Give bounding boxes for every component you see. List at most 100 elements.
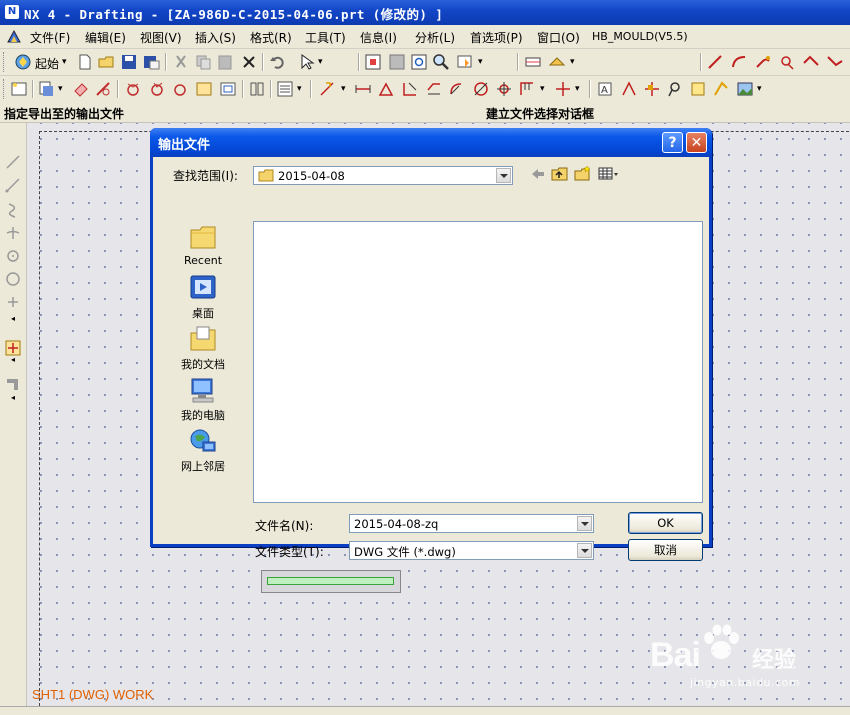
- style-dropdown-icon[interactable]: ▾: [297, 84, 302, 94]
- menu-insert[interactable]: 插入(S): [195, 29, 236, 46]
- copy-icon[interactable]: [194, 53, 212, 71]
- ok-button[interactable]: OK: [628, 512, 703, 534]
- radius-dimension-icon[interactable]: [448, 80, 466, 98]
- open-folder-icon[interactable]: [98, 53, 116, 71]
- toolbar-grip[interactable]: [3, 52, 7, 72]
- up-folder-icon[interactable]: [551, 165, 569, 183]
- layer-dropdown-icon[interactable]: ▾: [570, 57, 575, 67]
- zoom-window-icon[interactable]: [388, 53, 406, 71]
- detail-view-icon[interactable]: [195, 80, 213, 98]
- image-dropdown-icon[interactable]: ▾: [757, 84, 762, 94]
- save-icon[interactable]: [120, 53, 138, 71]
- delete-icon[interactable]: [240, 53, 258, 71]
- close-button[interactable]: ✕: [686, 132, 707, 153]
- more-curves-arrow-icon[interactable]: ◂: [4, 314, 22, 332]
- hole-dimension-icon[interactable]: [495, 80, 513, 98]
- revolved-section-icon[interactable]: [171, 80, 189, 98]
- view-dropdown-icon[interactable]: ▾: [478, 57, 483, 67]
- drawing-view-boundary[interactable]: [261, 570, 401, 593]
- line-between-points-icon[interactable]: [4, 176, 22, 194]
- file-list[interactable]: [253, 221, 703, 503]
- align-view-icon[interactable]: [248, 80, 266, 98]
- id-symbol-icon[interactable]: [689, 80, 707, 98]
- view-menu-icon[interactable]: [598, 165, 620, 183]
- save-as-icon[interactable]: [142, 53, 160, 71]
- filename-dropdown-icon[interactable]: [577, 516, 592, 531]
- point-icon[interactable]: [4, 293, 22, 311]
- place-my-computer[interactable]: 我的电脑: [167, 376, 239, 424]
- image-icon[interactable]: [736, 80, 754, 98]
- view-style-icon[interactable]: [276, 80, 294, 98]
- fit-view-icon[interactable]: [364, 53, 382, 71]
- menu-edit[interactable]: 编辑(E): [85, 29, 126, 46]
- menu-file[interactable]: 文件(F): [30, 29, 70, 46]
- erase-icon[interactable]: [72, 80, 90, 98]
- filter-dropdown-icon[interactable]: ▾: [318, 57, 323, 67]
- pipe-more-arrow-icon[interactable]: ◂: [4, 393, 22, 411]
- circle-center-icon[interactable]: [4, 247, 22, 265]
- extend-tool-icon[interactable]: [826, 53, 844, 71]
- annotation-icon[interactable]: A: [596, 80, 614, 98]
- menu-info[interactable]: 信息(I): [360, 29, 397, 46]
- start-button[interactable]: 起始: [35, 55, 59, 72]
- base-view-icon[interactable]: [38, 80, 56, 98]
- magnify-icon[interactable]: [432, 53, 450, 71]
- diameter-dimension-icon[interactable]: [472, 80, 490, 98]
- layer-icon[interactable]: [548, 53, 566, 71]
- ordinate-dimension-icon[interactable]: [518, 80, 536, 98]
- place-network[interactable]: 网上邻居: [167, 427, 239, 475]
- trim-tool-icon[interactable]: [802, 53, 820, 71]
- start-dropdown-icon[interactable]: ▾: [62, 57, 67, 67]
- view-menu-dropdown-icon[interactable]: ▾: [58, 84, 63, 94]
- spline-tool-icon[interactable]: [778, 53, 796, 71]
- perpendicular-dimension-icon[interactable]: [401, 80, 419, 98]
- angular-dimension-icon[interactable]: [377, 80, 395, 98]
- pan-view-icon[interactable]: [456, 53, 474, 71]
- menu-analysis[interactable]: 分析(L): [415, 29, 455, 46]
- place-my-documents[interactable]: 我的文档: [167, 325, 239, 373]
- menu-preferences[interactable]: 首选项(P): [470, 29, 523, 46]
- perpendicular-icon[interactable]: [4, 224, 22, 242]
- line-icon[interactable]: [4, 153, 22, 171]
- dimension-dropdown-icon[interactable]: ▾: [341, 84, 346, 94]
- undo-icon[interactable]: [268, 53, 286, 71]
- inferred-dimension-icon[interactable]: [318, 80, 336, 98]
- circle-icon[interactable]: [4, 270, 22, 288]
- toolbar-grip[interactable]: [3, 79, 7, 99]
- arc-tool-icon[interactable]: [730, 53, 748, 71]
- drawing-sheet-icon[interactable]: [524, 53, 542, 71]
- zoom-icon[interactable]: [410, 53, 428, 71]
- back-arrow-icon[interactable]: [529, 165, 547, 183]
- selection-filter-icon[interactable]: [298, 53, 316, 71]
- cancel-button[interactable]: 取消: [628, 539, 703, 561]
- half-section-icon[interactable]: [148, 80, 166, 98]
- snap-more-arrow-icon[interactable]: ◂: [4, 355, 22, 373]
- menu-window[interactable]: 窗口(O): [537, 29, 580, 46]
- new-folder-icon[interactable]: [574, 165, 592, 183]
- place-desktop[interactable]: 桌面: [167, 274, 239, 322]
- place-recent[interactable]: Recent: [167, 223, 239, 271]
- update-view-icon[interactable]: [94, 80, 112, 98]
- arc-icon[interactable]: [4, 201, 22, 219]
- feature-control-icon[interactable]: [620, 80, 638, 98]
- datum-feature-icon[interactable]: [643, 80, 661, 98]
- user-symbol-icon[interactable]: [712, 80, 730, 98]
- symbol-icon[interactable]: [666, 80, 684, 98]
- fillet-tool-icon[interactable]: [754, 53, 772, 71]
- chamfer-dimension-icon[interactable]: [425, 80, 443, 98]
- line-tool-icon[interactable]: [706, 53, 724, 71]
- ordinate-dropdown-icon[interactable]: ▾: [540, 84, 545, 94]
- look-in-combo[interactable]: 2015-04-08: [253, 166, 513, 185]
- new-file-icon[interactable]: [76, 53, 94, 71]
- menu-tools[interactable]: 工具(T): [305, 29, 346, 46]
- view-boundary-icon[interactable]: [219, 80, 237, 98]
- filename-input[interactable]: 2015-04-08-zq: [349, 514, 594, 533]
- menu-hb-mould[interactable]: HB_MOULD(V5.5): [592, 30, 688, 43]
- horizontal-dimension-icon[interactable]: [354, 80, 372, 98]
- cut-icon[interactable]: [172, 53, 190, 71]
- filetype-dropdown-icon[interactable]: [577, 543, 592, 558]
- section-view-icon[interactable]: [124, 80, 142, 98]
- pipe-icon[interactable]: [4, 375, 22, 393]
- menu-view[interactable]: 视图(V): [140, 29, 182, 46]
- new-sheet-icon[interactable]: [10, 80, 28, 98]
